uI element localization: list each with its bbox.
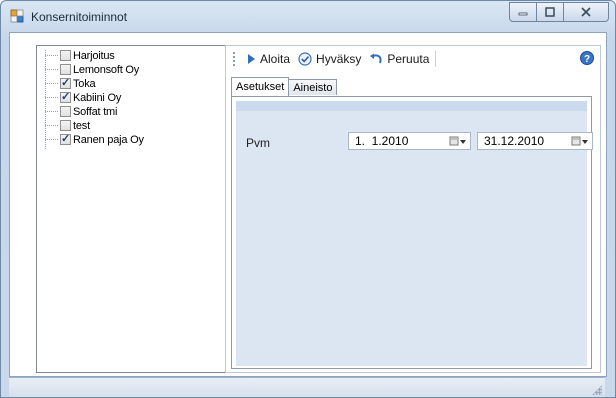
main-window: Konsernitoiminnot Harjoitus Lemonsoft Oy — [0, 0, 616, 398]
close-button[interactable] — [563, 2, 609, 22]
undo-icon — [370, 53, 382, 64]
start-button-label: Aloita — [260, 52, 291, 66]
tab-asetukset[interactable]: Asetukset — [231, 77, 290, 96]
tab-content-asetukset: Pvm 1. 1.2010 31.12.2010 — [231, 96, 593, 369]
cancel-button-label: Peruuta — [387, 52, 430, 66]
tree-item-toka[interactable]: Toka — [45, 76, 96, 90]
action-panel: Aloita Hyväksy Peruuta ? Asetukset Ainei… — [225, 45, 601, 373]
tree-item-soffat[interactable]: Soffat tmi — [45, 105, 117, 118]
tree-item-ranen-paja[interactable]: Ranen paja Oy — [45, 132, 144, 146]
tree-item-label: Soffat tmi — [73, 105, 118, 118]
tab-aineisto[interactable]: Aineisto — [288, 79, 338, 95]
start-button[interactable]: Aloita — [246, 52, 290, 66]
date-to-dropdown[interactable] — [568, 133, 592, 149]
tab-strip: Asetukset Aineisto — [231, 77, 338, 96]
settings-panel: Pvm 1. 1.2010 31.12.2010 — [236, 101, 593, 366]
calendar-dropdown-icon — [449, 136, 466, 146]
svg-text:?: ? — [584, 54, 590, 65]
approve-button[interactable]: Hyväksy — [298, 52, 361, 66]
tree-checkbox[interactable] — [60, 132, 71, 145]
tree-item-label: Toka — [73, 77, 96, 90]
title-bar[interactable]: Konsernitoiminnot — [1, 1, 615, 32]
tree-checkbox[interactable] — [60, 90, 71, 103]
tree-item-label: Ranen paja Oy — [73, 133, 144, 146]
tree-checkbox[interactable] — [60, 106, 71, 117]
approve-button-label: Hyväksy — [316, 52, 362, 66]
date-from-picker[interactable]: 1. 1.2010 — [348, 132, 471, 150]
tree-checkbox[interactable] — [60, 76, 71, 89]
resize-grip[interactable] — [592, 385, 602, 395]
date-to-picker[interactable]: 31.12.2010 — [477, 132, 593, 150]
close-icon — [581, 7, 591, 17]
toolbar-grip[interactable] — [233, 52, 238, 66]
tree-item-kabiini[interactable]: Kabiini Oy — [45, 90, 122, 104]
cancel-button[interactable]: Peruuta — [369, 52, 429, 66]
tree-checkbox[interactable] — [60, 64, 71, 75]
client-area: Harjoitus Lemonsoft Oy Toka Kabiini Oy S… — [9, 32, 607, 377]
app-window-icon — [10, 9, 24, 23]
tree-checkbox[interactable] — [60, 120, 71, 131]
maximize-button[interactable] — [536, 2, 564, 22]
date-from-dropdown[interactable] — [446, 133, 470, 149]
status-bar — [9, 377, 605, 397]
maximize-icon — [545, 7, 555, 17]
checkmark-circle-icon — [298, 52, 312, 66]
tree-checkbox[interactable] — [60, 50, 71, 61]
toolbar: Aloita Hyväksy Peruuta ? — [226, 46, 600, 72]
company-tree[interactable]: Harjoitus Lemonsoft Oy Toka Kabiini Oy S… — [36, 45, 230, 373]
minimize-icon — [518, 12, 528, 16]
help-button[interactable]: ? — [580, 51, 594, 68]
date-from-value: 1. 1.2010 — [355, 134, 409, 148]
help-icon: ? — [580, 51, 594, 65]
tree-item-harjoitus[interactable]: Harjoitus — [45, 49, 115, 62]
date-label: Pvm — [246, 136, 270, 150]
tree-item-label: test — [73, 119, 90, 132]
settings-header-strip — [236, 101, 587, 111]
tree-item-label: Kabiini Oy — [73, 91, 122, 104]
play-icon — [248, 54, 255, 64]
minimize-button[interactable] — [509, 2, 537, 22]
window-title: Konsernitoiminnot — [31, 10, 128, 24]
tree-item-label: Harjoitus — [73, 49, 115, 62]
tree-item-test[interactable]: test — [45, 119, 90, 132]
toolbar-separator — [435, 51, 437, 67]
tree-item-label: Lemonsoft Oy — [73, 63, 140, 76]
tree-item-lemonsoft[interactable]: Lemonsoft Oy — [45, 63, 139, 76]
calendar-dropdown-icon — [571, 136, 588, 146]
date-to-value: 31.12.2010 — [484, 134, 545, 148]
